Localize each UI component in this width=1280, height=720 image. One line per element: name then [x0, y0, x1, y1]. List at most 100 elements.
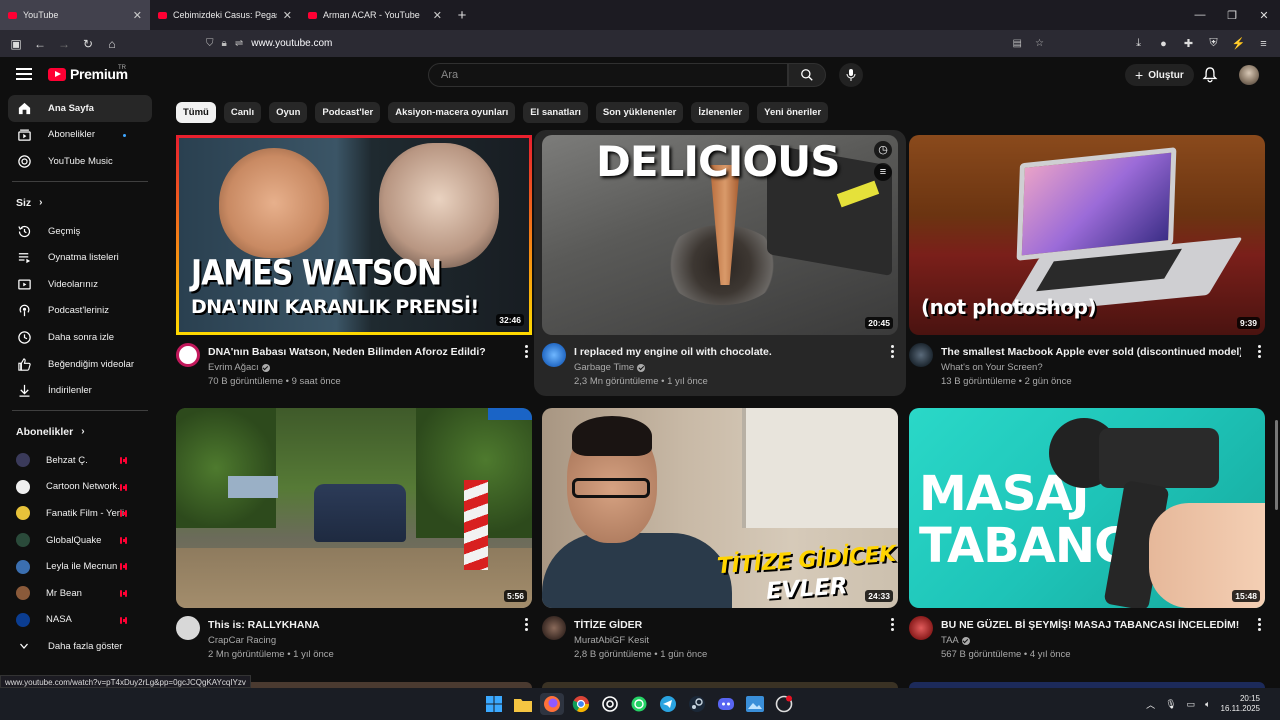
chip-watched[interactable]: İzlenenler — [691, 102, 750, 123]
show-hidden-icons-icon[interactable]: ︿ — [1146, 698, 1155, 711]
youtube-premium-logo[interactable]: Premium TR — [48, 65, 128, 82]
channel-name[interactable]: Evrim Ağacı — [208, 362, 259, 373]
chip-new-to-you[interactable]: Yeni öneriler — [757, 102, 829, 123]
sidebar-channel-leyla-ile-mecnun[interactable]: Leyla ile Mecnun — [8, 553, 152, 580]
video-title[interactable]: BU NE GÜZEL Bİ ŞEYMİŞ! MASAJ TABANCASI İ… — [941, 618, 1241, 632]
forward-icon[interactable]: → — [52, 37, 76, 51]
chip-crafts[interactable]: El sanatları — [523, 102, 588, 123]
video-thumbnail[interactable]: JAMES WATSON DNA'NIN KARANLIK PRENSİ! 32… — [176, 135, 532, 335]
search-button[interactable] — [788, 63, 826, 87]
close-window-icon[interactable]: ✕ — [1248, 9, 1280, 22]
close-tab-icon[interactable]: ✕ — [133, 9, 142, 22]
chip-gaming[interactable]: Oyun — [269, 102, 308, 123]
channel-name[interactable]: MuratAbiGF Kesit — [574, 635, 649, 646]
recorder-icon[interactable] — [772, 693, 796, 715]
microphone-tray-icon[interactable]: 🎙︎ — [1165, 699, 1176, 710]
more-actions-icon[interactable] — [1258, 618, 1261, 633]
sidebar-item-podcasts[interactable]: Podcast'leriniz — [8, 298, 152, 325]
chip-action-adventure[interactable]: Aksiyon-macera oyunları — [388, 102, 516, 123]
reader-view-icon[interactable]: ▤ — [1013, 38, 1022, 49]
more-actions-icon[interactable] — [525, 618, 528, 633]
sidebar-you-heading[interactable]: Siz › — [0, 188, 160, 218]
home-icon[interactable]: ⌂ — [100, 37, 124, 51]
close-tab-icon[interactable]: ✕ — [433, 9, 442, 22]
voice-search-button[interactable] — [839, 63, 863, 87]
browser-tab-arman[interactable]: Arman ACAR - YouTube ✕ — [300, 0, 450, 30]
browser-tab-pegasus[interactable]: Cebimizdeki Casus: Pegasus Sk ✕ — [150, 0, 300, 30]
sidebar-item-watch-later[interactable]: Daha sonra izle — [8, 324, 152, 351]
channel-avatar[interactable] — [542, 343, 566, 367]
channel-avatar[interactable] — [909, 343, 933, 367]
menu-icon[interactable]: ≡ — [1251, 38, 1276, 50]
sidebar-show-more[interactable]: Daha fazla göster — [8, 633, 152, 660]
network-icon[interactable]: ▭ — [1187, 699, 1196, 710]
sidebar-channel-mr-bean[interactable]: Mr Bean — [8, 580, 152, 607]
whatsapp-icon[interactable] — [627, 693, 651, 715]
sidebar-subscriptions-heading[interactable]: Abonelikler › — [0, 417, 160, 447]
chip-podcasts[interactable]: Podcast'ler — [315, 102, 381, 123]
video-card[interactable]: MASAJ TABANCASI 15:48 BU NE GÜZEL Bİ ŞEY… — [909, 408, 1265, 668]
watch-later-icon[interactable]: ◷ — [874, 141, 892, 159]
channel-name[interactable]: What's on Your Screen? — [941, 362, 1043, 373]
extensions-icon[interactable]: ✚ — [1176, 37, 1201, 50]
chrome-icon[interactable] — [569, 693, 593, 715]
sidebar-item-home[interactable]: Ana Sayfa — [8, 95, 152, 122]
discord-icon[interactable] — [714, 693, 738, 715]
video-card[interactable]: TİTİZE GİDİCEK EVLER 24:33 TİTİZE GİDER … — [542, 408, 898, 668]
video-title[interactable]: This is: RALLYKHANA — [208, 618, 508, 632]
notifications-bell-icon[interactable] — [1202, 66, 1218, 83]
more-actions-icon[interactable] — [891, 618, 894, 633]
channel-avatar[interactable] — [542, 616, 566, 640]
channel-avatar[interactable] — [176, 343, 200, 367]
sidebar-channel-fanatik-film[interactable]: Fanatik Film - Yerli — [8, 500, 152, 527]
downloads-icon[interactable]: ⤓ — [1126, 37, 1151, 50]
video-title[interactable]: I replaced my engine oil with chocolate. — [574, 345, 874, 359]
page-scrollbar[interactable] — [1275, 420, 1278, 510]
account-icon[interactable]: ● — [1151, 38, 1176, 50]
sidebar-channel-behzat[interactable]: Behzat Ç. — [8, 447, 152, 474]
channel-name[interactable]: Garbage Time — [574, 362, 634, 373]
sidebar-channel-globalquake[interactable]: GlobalQuake — [8, 527, 152, 554]
browser-tab-youtube[interactable]: YouTube ✕ — [0, 0, 150, 30]
sidebar-channel-cartoon-network[interactable]: Cartoon Network... — [8, 474, 152, 501]
video-thumbnail[interactable]: 5:56 — [176, 408, 532, 608]
close-tab-icon[interactable]: ✕ — [283, 9, 292, 22]
video-thumbnail[interactable]: DELICIOUS ◷ ≡ 20:45 — [542, 135, 898, 335]
sidebar-item-history[interactable]: Geçmiş — [8, 218, 152, 245]
add-to-queue-icon[interactable]: ≡ — [874, 163, 892, 181]
ublock-icon[interactable]: ⛨ — [1201, 37, 1226, 50]
guide-menu-icon[interactable] — [16, 68, 32, 80]
volume-icon[interactable]: 🔈︎ — [1205, 699, 1210, 710]
telegram-icon[interactable] — [656, 693, 680, 715]
video-title[interactable]: DNA'nın Babası Watson, Neden Bilimden Af… — [208, 345, 508, 359]
video-title[interactable]: The smallest Macbook Apple ever sold (di… — [941, 345, 1241, 359]
sidebar-item-subscriptions[interactable]: Abonelikler — [8, 122, 152, 149]
bookmark-star-icon[interactable]: ☆ — [1035, 38, 1044, 49]
channel-name[interactable]: CrapCar Racing — [208, 635, 276, 646]
sidebar-item-liked-videos[interactable]: Beğendiğim videolar — [8, 351, 152, 378]
steam-icon[interactable] — [685, 693, 709, 715]
chip-all[interactable]: Tümü — [176, 102, 216, 123]
sidebar-channel-nasa[interactable]: NASA — [8, 607, 152, 634]
video-card[interactable]: DELICIOUS ◷ ≡ 20:45 I replaced my engine… — [542, 135, 898, 395]
video-thumbnail[interactable]: MASAJ TABANCASI 15:48 — [909, 408, 1265, 608]
sidebar-item-your-videos[interactable]: Videolarınız — [8, 271, 152, 298]
translate-extension-icon[interactable]: ⚡ — [1226, 37, 1251, 50]
firefox-icon[interactable] — [540, 693, 564, 715]
address-bar[interactable]: ⛉ 🔒︎ ⇌ www.youtube.com ▤ ☆ — [200, 32, 1052, 55]
shield-icon[interactable]: ⛉ — [206, 38, 214, 49]
more-actions-icon[interactable] — [1258, 345, 1261, 360]
video-card[interactable]: 5:56 This is: RALLYKHANA CrapCar Racing … — [176, 408, 532, 668]
file-explorer-icon[interactable] — [511, 693, 535, 715]
create-button[interactable]: + Oluştur — [1125, 64, 1194, 86]
windows-start-icon[interactable] — [482, 693, 506, 715]
chip-recently-uploaded[interactable]: Son yüklenenler — [595, 102, 684, 123]
sidebar-item-playlists[interactable]: Oynatma listeleri — [8, 244, 152, 271]
sidebar-toggle-icon[interactable]: ▣ — [4, 37, 28, 51]
video-card[interactable]: JAMES WATSON DNA'NIN KARANLIK PRENSİ! 32… — [176, 135, 532, 395]
lock-icon[interactable]: 🔒︎ — [222, 38, 227, 49]
chatgpt-icon[interactable] — [598, 693, 622, 715]
video-title[interactable]: TİTİZE GİDER — [574, 618, 874, 632]
sidebar-item-downloads[interactable]: İndirilenler — [8, 377, 152, 404]
user-avatar[interactable] — [1239, 65, 1259, 85]
